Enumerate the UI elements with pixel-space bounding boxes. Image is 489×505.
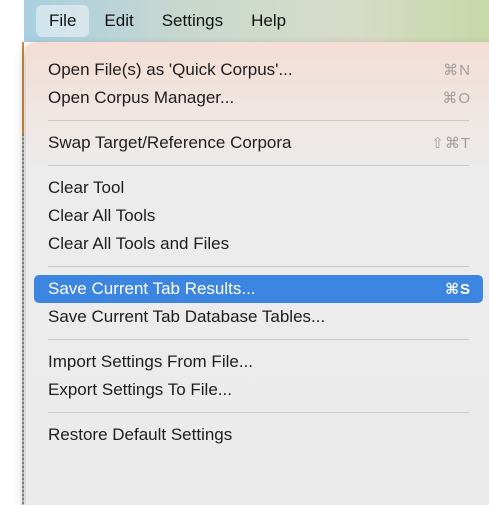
menu-separator bbox=[48, 165, 469, 166]
menu-item-label: Open File(s) as 'Quick Corpus'... bbox=[48, 60, 293, 79]
menu-item-label: Save Current Tab Results... bbox=[48, 279, 256, 298]
menu-file[interactable]: File bbox=[36, 5, 90, 37]
menu-item-label: Import Settings From File... bbox=[48, 352, 253, 371]
menu-edit[interactable]: Edit bbox=[91, 5, 146, 37]
menu-separator bbox=[48, 339, 469, 340]
menu-separator bbox=[48, 120, 469, 121]
menu-item-save-tab-results[interactable]: Save Current Tab Results... ⌘S bbox=[34, 275, 483, 303]
menu-item-label: Clear Tool bbox=[48, 178, 125, 197]
menu-item-label: Restore Default Settings bbox=[48, 425, 233, 444]
menu-settings[interactable]: Settings bbox=[149, 5, 236, 37]
menu-item-open-quick-corpus[interactable]: Open File(s) as 'Quick Corpus'... ⌘N bbox=[34, 56, 483, 84]
menu-item-save-tab-database-tables[interactable]: Save Current Tab Database Tables... bbox=[34, 303, 483, 331]
menu-item-label: Clear All Tools and Files bbox=[48, 234, 230, 253]
menu-item-label: Clear All Tools bbox=[48, 206, 156, 225]
shortcut-label: ⌘O bbox=[442, 90, 471, 107]
menu-help[interactable]: Help bbox=[238, 5, 299, 37]
menu-item-open-corpus-manager[interactable]: Open Corpus Manager... ⌘O bbox=[34, 84, 483, 112]
menu-item-swap-corpora[interactable]: Swap Target/Reference Corpora ⇧⌘T bbox=[34, 129, 483, 157]
menu-item-label: Export Settings To File... bbox=[48, 380, 232, 399]
menu-bar: File Edit Settings Help bbox=[24, 0, 489, 42]
menu-item-label: Open Corpus Manager... bbox=[48, 88, 235, 107]
menu-item-label: Save Current Tab Database Tables... bbox=[48, 307, 326, 326]
menu-item-export-settings[interactable]: Export Settings To File... bbox=[34, 376, 483, 404]
menu-item-restore-defaults[interactable]: Restore Default Settings bbox=[34, 421, 483, 449]
menu-item-clear-tool[interactable]: Clear Tool bbox=[34, 174, 483, 202]
shortcut-label: ⇧⌘T bbox=[431, 135, 471, 152]
shortcut-label: ⌘N bbox=[443, 62, 471, 79]
menu-item-label: Swap Target/Reference Corpora bbox=[48, 133, 292, 152]
menu-item-import-settings[interactable]: Import Settings From File... bbox=[34, 348, 483, 376]
window-accent bbox=[22, 42, 24, 134]
menu-item-clear-all-tools[interactable]: Clear All Tools bbox=[34, 202, 483, 230]
menu-separator bbox=[48, 412, 469, 413]
file-menu-dropdown: Open File(s) as 'Quick Corpus'... ⌘N Ope… bbox=[26, 42, 489, 505]
shortcut-label: ⌘S bbox=[445, 281, 471, 298]
window-edge bbox=[0, 0, 24, 505]
menu-item-clear-all-tools-and-files[interactable]: Clear All Tools and Files bbox=[34, 230, 483, 258]
menu-separator bbox=[48, 266, 469, 267]
